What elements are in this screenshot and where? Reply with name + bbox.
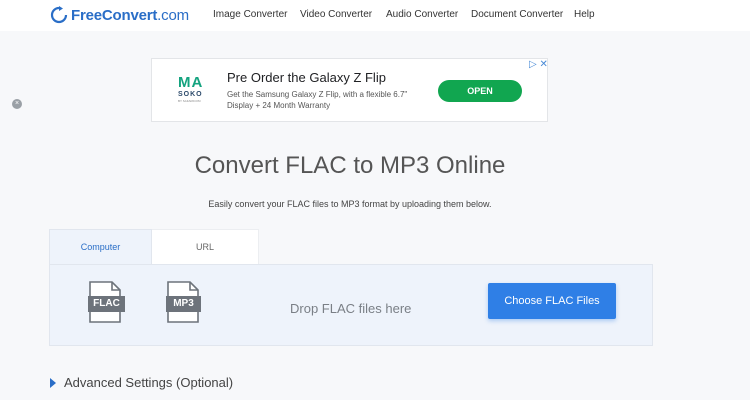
source-format-label: FLAC (88, 296, 125, 312)
ad-logo-line2: SOKO (178, 91, 203, 98)
masoko-logo: MA SOKO BY SAFARICOM (178, 75, 210, 111)
nav-document-converter[interactable]: Document Converter (471, 9, 563, 20)
side-close-icon[interactable]: × (12, 99, 22, 109)
tab-url[interactable]: URL (152, 229, 259, 265)
ad-description: Get the Samsung Galaxy Z Flip, with a fl… (227, 90, 408, 110)
nav-video-converter[interactable]: Video Converter (300, 9, 372, 20)
ad-logo-line3: BY SAFARICOM (178, 99, 201, 103)
top-header: FreeConvert.com Image Converter Video Co… (0, 0, 750, 31)
advertisement-banner[interactable]: MA SOKO BY SAFARICOM Pre Order the Galax… (151, 58, 548, 122)
ad-logo-line1: MA (178, 74, 204, 91)
logo-text: FreeConvert (71, 6, 158, 24)
advanced-settings-toggle[interactable]: Advanced Settings (Optional) (50, 375, 233, 390)
nav-audio-converter[interactable]: Audio Converter (386, 9, 458, 20)
advanced-settings-label: Advanced Settings (Optional) (64, 375, 234, 390)
nav-help[interactable]: Help (574, 9, 595, 20)
page-subtitle: Easily convert your FLAC files to MP3 fo… (208, 199, 492, 209)
ad-title[interactable]: Pre Order the Galaxy Z Flip (227, 70, 386, 85)
target-format-label: MP3 (166, 296, 201, 312)
ad-choices-icon[interactable]: ▷ ✕ (529, 59, 548, 70)
drop-files-text: Drop FLAC files here (290, 301, 412, 316)
choose-files-button[interactable]: Choose FLAC Files (488, 283, 616, 319)
nav-image-converter[interactable]: Image Converter (213, 9, 287, 20)
caret-right-icon (50, 378, 56, 388)
ad-open-button[interactable]: OPEN (438, 80, 522, 102)
logo-domain: .com (157, 6, 189, 24)
page-title: Convert FLAC to MP3 Online (194, 152, 506, 179)
refresh-logo-icon (50, 6, 68, 24)
freeconvert-logo[interactable]: FreeConvert.com (50, 4, 189, 26)
tab-computer[interactable]: Computer (49, 229, 152, 265)
file-drop-zone[interactable]: FLAC → MP3 Drop FLAC files here Choose F… (49, 264, 653, 346)
